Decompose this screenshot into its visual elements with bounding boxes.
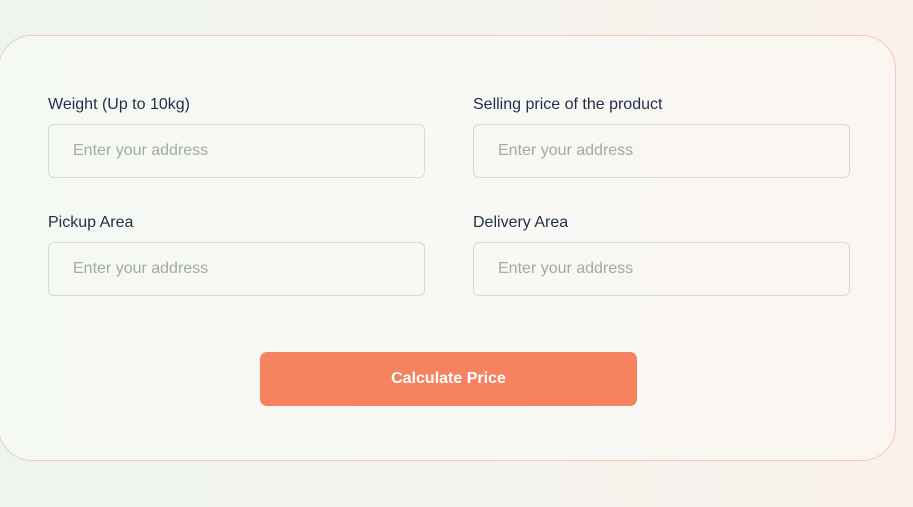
- pickup-area-label: Pickup Area: [48, 214, 134, 231]
- selling-price-label: Selling price of the product: [473, 96, 663, 113]
- selling-price-field-group: Selling price of the product: [473, 95, 850, 178]
- delivery-area-input[interactable]: [473, 242, 850, 296]
- delivery-area-field-group: Delivery Area: [473, 213, 850, 296]
- weight-field-group: Weight (Up to 10kg): [48, 95, 425, 178]
- weight-label: Weight (Up to 10kg): [48, 96, 190, 113]
- pickup-area-input[interactable]: [48, 242, 425, 296]
- price-calculator-card: Weight (Up to 10kg) Selling price of the…: [0, 35, 896, 461]
- pickup-area-field-group: Pickup Area: [48, 213, 425, 296]
- weight-input[interactable]: [48, 124, 425, 178]
- delivery-area-label: Delivery Area: [473, 214, 569, 231]
- selling-price-input[interactable]: [473, 124, 850, 178]
- calculate-price-button[interactable]: Calculate Price: [260, 352, 637, 406]
